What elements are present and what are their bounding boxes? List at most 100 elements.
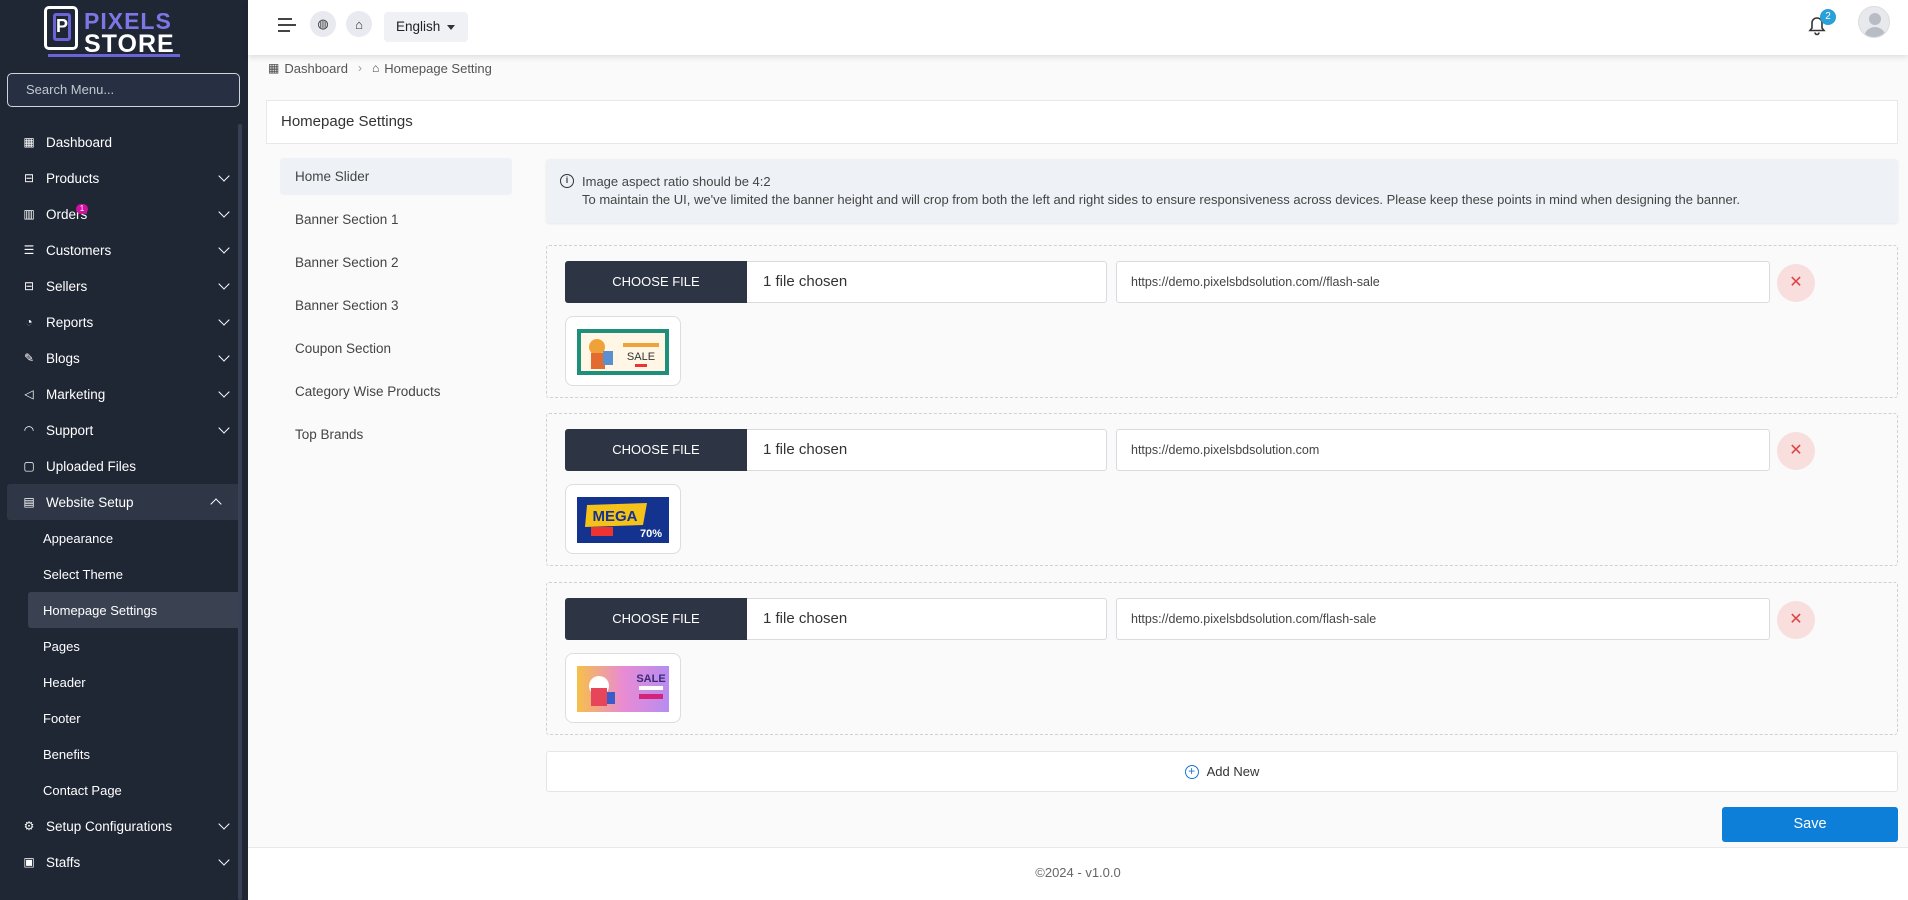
sidebar-item-uploaded-files[interactable]: ▢ Uploaded Files — [0, 448, 248, 484]
caret-down-icon — [447, 25, 455, 30]
svg-text:SALE: SALE — [636, 673, 665, 685]
sidebar-item-marketing[interactable]: ◁ Marketing — [0, 376, 248, 412]
globe-icon[interactable]: ◍ — [310, 11, 336, 37]
breadcrumb-separator-icon: › — [357, 61, 362, 75]
chevron-up-icon — [210, 498, 222, 510]
sidebar-item-website-setup[interactable]: ▤ Website Setup — [7, 484, 240, 520]
sidebar-item-label: Website Setup — [46, 494, 134, 510]
sidebar-item-label: Support — [46, 422, 94, 438]
orders-badge: 1 — [76, 204, 88, 214]
remove-slide-button[interactable]: ✕ — [1777, 601, 1815, 639]
chevron-down-icon — [218, 170, 230, 182]
sidebar: P PIXELS STORE Search Menu... ▦ Dashboar… — [0, 0, 248, 900]
file-chosen-label[interactable]: 1 file chosen — [747, 429, 1107, 471]
sidebar-subitem-select-theme[interactable]: Select Theme — [0, 556, 248, 592]
sidebar-item-label: Staffs — [46, 854, 81, 870]
tab-coupon-section[interactable]: Coupon Section — [280, 330, 512, 373]
sidebar-item-sellers[interactable]: ⊟ Sellers — [0, 268, 248, 304]
breadcrumb-current: Homepage Setting — [384, 60, 492, 76]
page-title: Homepage Settings — [266, 100, 1898, 144]
link-url-input[interactable]: https://demo.pixelsbdsolution.com/flash-… — [1116, 598, 1770, 640]
sidebar-subitem-footer[interactable]: Footer — [0, 700, 248, 736]
close-icon: ✕ — [1789, 274, 1803, 291]
slide-thumbnail: SALE — [565, 653, 681, 723]
info-alert: i Image aspect ratio should be 4:2 To ma… — [546, 159, 1898, 223]
link-url-input[interactable]: https://demo.pixelsbdsolution.com//flash… — [1116, 261, 1770, 303]
sidebar-item-label: Products — [46, 170, 100, 186]
slider-item: CHOOSE FILE 1 file chosen https://demo.p… — [546, 582, 1898, 735]
sidebar-item-label: Sellers — [46, 278, 88, 294]
tab-top-brands[interactable]: Top Brands — [280, 416, 512, 459]
tab-banner-section-3[interactable]: Banner Section 3 — [280, 287, 512, 330]
settings-icon: ⚙ — [23, 819, 35, 833]
store-icon: ⊟ — [23, 279, 35, 293]
choose-file-button[interactable]: CHOOSE FILE — [565, 598, 747, 640]
sidebar-subitem-contact-page[interactable]: Contact Page — [0, 772, 248, 808]
sidebar-item-support[interactable]: ◠ Support — [0, 412, 248, 448]
sidebar-item-staffs[interactable]: ▣ Staffs — [0, 844, 248, 880]
sidebar-item-reports[interactable]: ◔ Reports — [0, 304, 248, 340]
sidebar-item-products[interactable]: ⊟ Products — [0, 160, 248, 196]
topbar: ◍ ⌂ English 2 — [248, 0, 1908, 55]
sidebar-subitem-appearance[interactable]: Appearance — [0, 520, 248, 556]
remove-slide-button[interactable]: ✕ — [1777, 432, 1815, 470]
link-url-input[interactable]: https://demo.pixelsbdsolution.com — [1116, 429, 1770, 471]
monitor-icon: ▤ — [23, 495, 35, 509]
menu-toggle-icon[interactable] — [278, 18, 296, 32]
tab-banner-section-2[interactable]: Banner Section 2 — [280, 244, 512, 287]
sidebar-item-customers[interactable]: ☰ Customers — [0, 232, 248, 268]
breadcrumb-home[interactable]: Dashboard — [284, 61, 348, 76]
file-chosen-label[interactable]: 1 file chosen — [747, 261, 1107, 303]
avatar[interactable] — [1858, 6, 1890, 38]
pie-icon: ◔ — [25, 315, 33, 329]
sidebar-subitem-benefits[interactable]: Benefits — [0, 736, 248, 772]
file-chosen-label[interactable]: 1 file chosen — [747, 598, 1107, 640]
banner-image: MEGA 70% — [577, 497, 669, 543]
choose-file-button[interactable]: CHOOSE FILE — [565, 429, 747, 471]
info-line-2: To maintain the UI, we've limited the ba… — [582, 192, 1740, 207]
sidebar-subitem-homepage-settings[interactable]: Homepage Settings — [28, 592, 240, 628]
file-icon: ▢ — [23, 459, 35, 473]
chevron-down-icon — [218, 242, 230, 254]
footer: ©2024 - v1.0.0 — [248, 847, 1908, 900]
chevron-down-icon — [218, 422, 230, 434]
dashboard-icon: ▦ — [23, 135, 35, 149]
sidebar-subitem-pages[interactable]: Pages — [0, 628, 248, 664]
chevron-down-icon — [218, 350, 230, 362]
svg-text:70%: 70% — [640, 528, 662, 540]
save-button[interactable]: Save — [1722, 807, 1898, 842]
sidebar-item-orders[interactable]: ▥ Orders 1 — [0, 196, 248, 232]
breadcrumb: ▦ Dashboard › ⌂ Homepage Setting — [268, 59, 492, 77]
sidebar-item-label: Reports — [46, 314, 94, 330]
logo[interactable]: P PIXELS STORE — [44, 6, 180, 58]
slider-item: CHOOSE FILE 1 file chosen https://demo.p… — [546, 245, 1898, 398]
plus-circle-icon: + — [1184, 764, 1199, 779]
sidebar-item-setup-configurations[interactable]: ⚙ Setup Configurations — [0, 808, 248, 844]
choose-file-button[interactable]: CHOOSE FILE — [565, 261, 747, 303]
broom-icon[interactable]: ⌂ — [346, 11, 372, 37]
slide-thumbnail: MEGA 70% — [565, 484, 681, 554]
tab-banner-section-1[interactable]: Banner Section 1 — [280, 201, 512, 244]
sidebar-subitem-header[interactable]: Header — [0, 664, 248, 700]
dashboard-icon: ▦ — [268, 61, 280, 75]
language-select[interactable]: English — [384, 12, 468, 42]
chevron-down-icon — [218, 278, 230, 290]
search-menu-input[interactable]: Search Menu... — [7, 73, 240, 107]
chart-icon: ▥ — [23, 207, 35, 221]
tab-home-slider[interactable]: Home Slider — [280, 158, 512, 195]
sidebar-item-dashboard[interactable]: ▦ Dashboard — [0, 124, 248, 160]
notification-badge: 2 — [1820, 9, 1836, 25]
remove-slide-button[interactable]: ✕ — [1777, 264, 1815, 302]
add-new-button[interactable]: + Add New — [546, 751, 1898, 792]
tab-category-wise-products[interactable]: Category Wise Products — [280, 373, 512, 416]
sidebar-item-blogs[interactable]: ✎ Blogs — [0, 340, 248, 376]
user-square-icon: ▣ — [23, 855, 35, 869]
banner-image: SALE — [577, 666, 669, 712]
chevron-down-icon — [218, 314, 230, 326]
chevron-down-icon — [218, 818, 230, 830]
settings-tabs: Home Slider Banner Section 1 Banner Sect… — [280, 158, 512, 459]
sidebar-scrollbar[interactable] — [238, 124, 242, 900]
svg-text:SALE: SALE — [627, 351, 655, 363]
svg-text:MEGA: MEGA — [593, 508, 638, 525]
footer-text: ©2024 - v1.0.0 — [1035, 865, 1121, 880]
